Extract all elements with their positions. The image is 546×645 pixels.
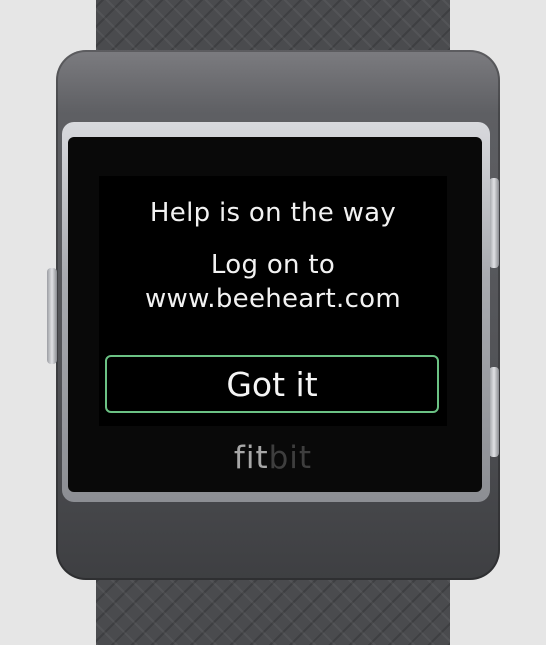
instruction-text: Log on to	[210, 250, 336, 280]
right-top-button[interactable]	[489, 178, 499, 268]
got-it-button[interactable]: Got it	[105, 355, 439, 413]
website-url: www.beeheart.com	[144, 284, 402, 314]
left-side-button[interactable]	[47, 268, 57, 364]
got-it-label: Got it	[226, 364, 318, 404]
fitbit-logo: fitbit	[233, 440, 313, 476]
help-message: Help is on the way	[149, 198, 397, 228]
watch-screen: Help is on the way Log on to www.beehear…	[99, 176, 447, 426]
